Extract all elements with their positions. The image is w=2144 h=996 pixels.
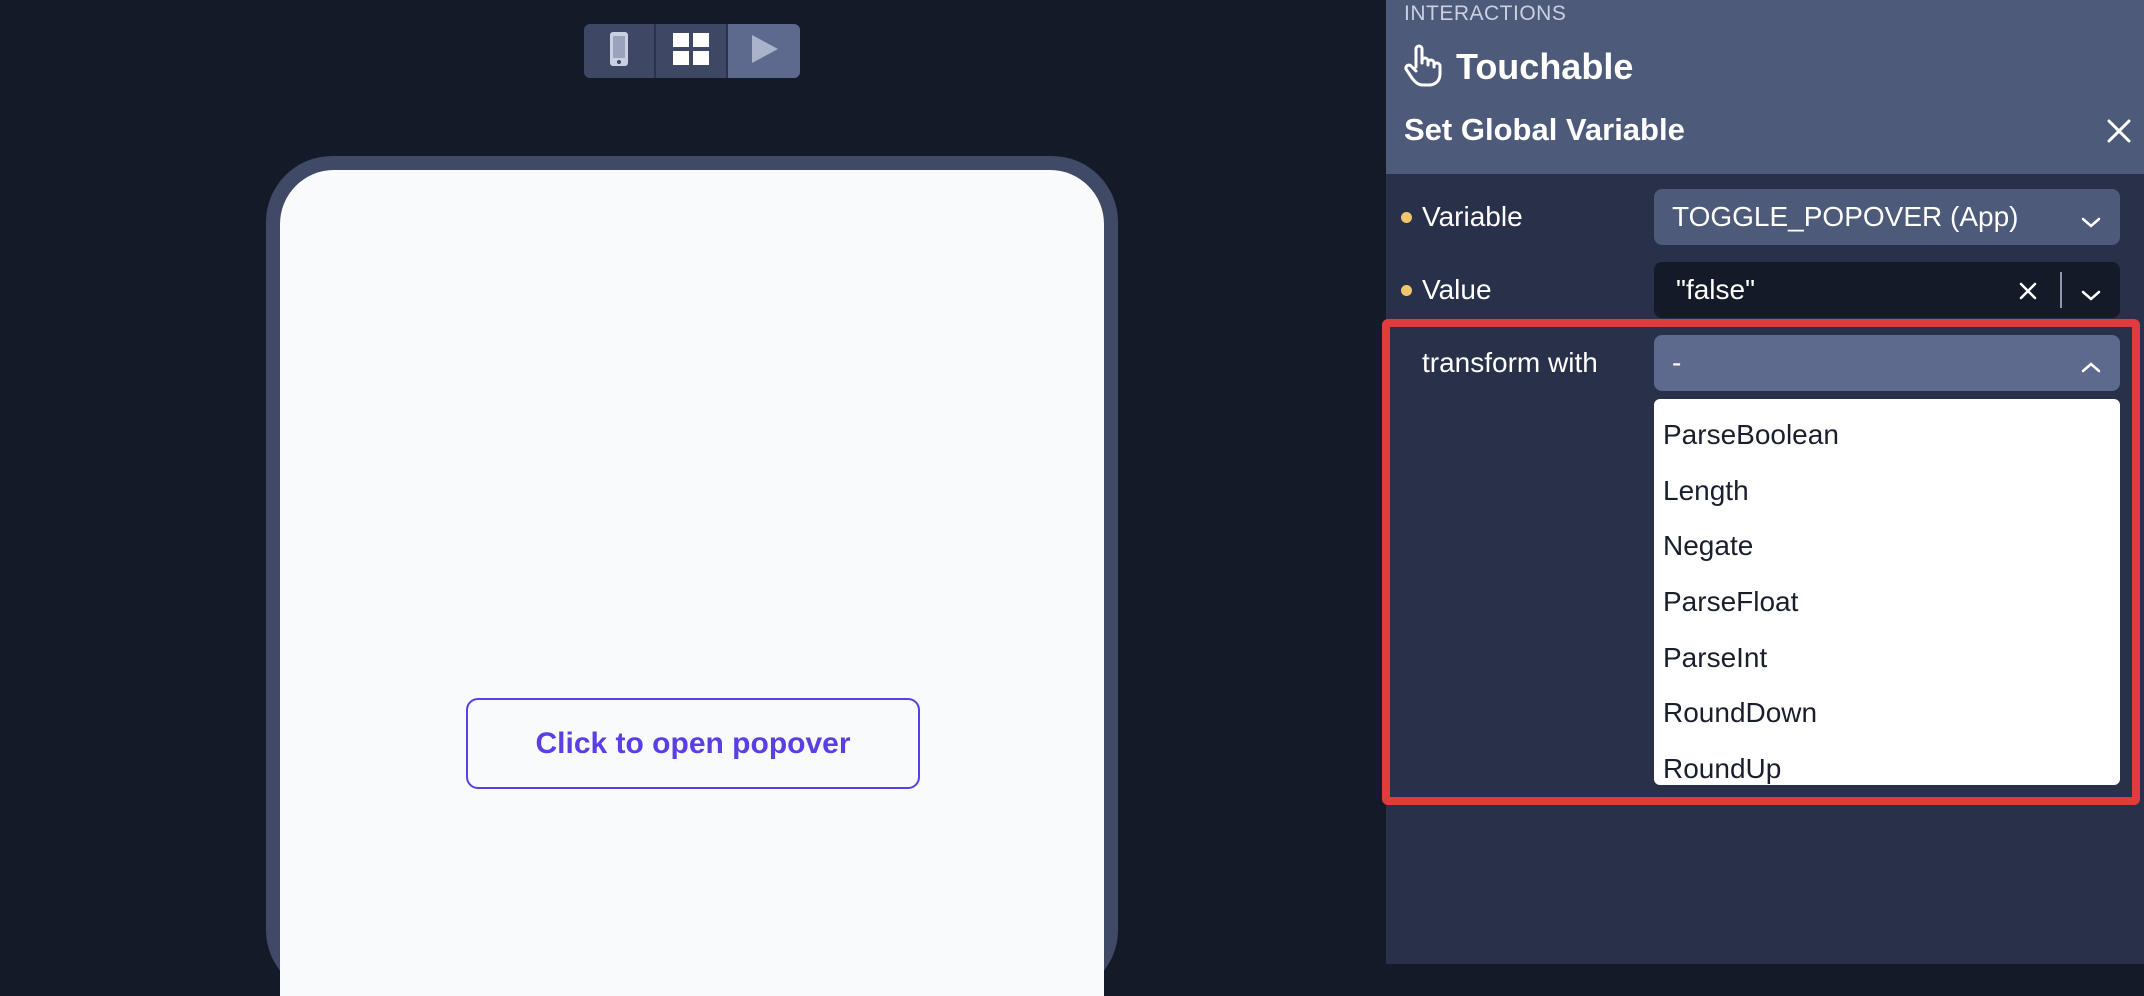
phone-screen	[280, 170, 1104, 996]
value-input[interactable]: "false"	[1654, 262, 2120, 318]
grid-view-button[interactable]	[656, 24, 728, 78]
chevron-down-icon[interactable]	[2080, 280, 2102, 301]
required-dot	[1401, 212, 1412, 223]
divider	[2060, 272, 2062, 308]
highlight-frame	[1382, 319, 2140, 805]
required-dot	[1401, 285, 1412, 296]
phone-icon	[609, 31, 629, 72]
chevron-down-icon	[2080, 207, 2102, 228]
device-preview-button[interactable]	[584, 24, 656, 78]
value-text: "false"	[1676, 274, 1756, 305]
open-popover-label: Click to open popover	[535, 726, 851, 760]
close-icon[interactable]	[2104, 116, 2134, 146]
component-title: Touchable	[1456, 46, 1634, 87]
grid-icon	[673, 32, 709, 70]
variable-value: TOGGLE_POPOVER (App)	[1672, 201, 2019, 232]
component-header: Touchable	[1402, 42, 1633, 92]
preview-toolbar	[584, 24, 800, 78]
canvas-area: Click to open popover	[0, 0, 1386, 996]
variable-field: Variable TOGGLE_POPOVER (App)	[1386, 189, 2144, 245]
open-popover-button[interactable]: Click to open popover	[466, 698, 920, 789]
clear-icon[interactable]	[2016, 278, 2040, 302]
value-label: Value	[1422, 274, 1492, 305]
hand-pointer-icon	[1402, 43, 1442, 92]
panel-header: INTERACTIONS Touchable Set Global Variab…	[1386, 0, 2144, 174]
value-field: Value "false"	[1386, 262, 2144, 318]
variable-label: Variable	[1422, 201, 1523, 232]
play-icon	[747, 32, 781, 71]
variable-select[interactable]: TOGGLE_POPOVER (App)	[1654, 189, 2120, 245]
play-preview-button[interactable]	[728, 24, 800, 78]
section-label: INTERACTIONS	[1404, 2, 1567, 25]
action-title: Set Global Variable	[1404, 112, 1685, 147]
phone-frame	[266, 156, 1118, 996]
